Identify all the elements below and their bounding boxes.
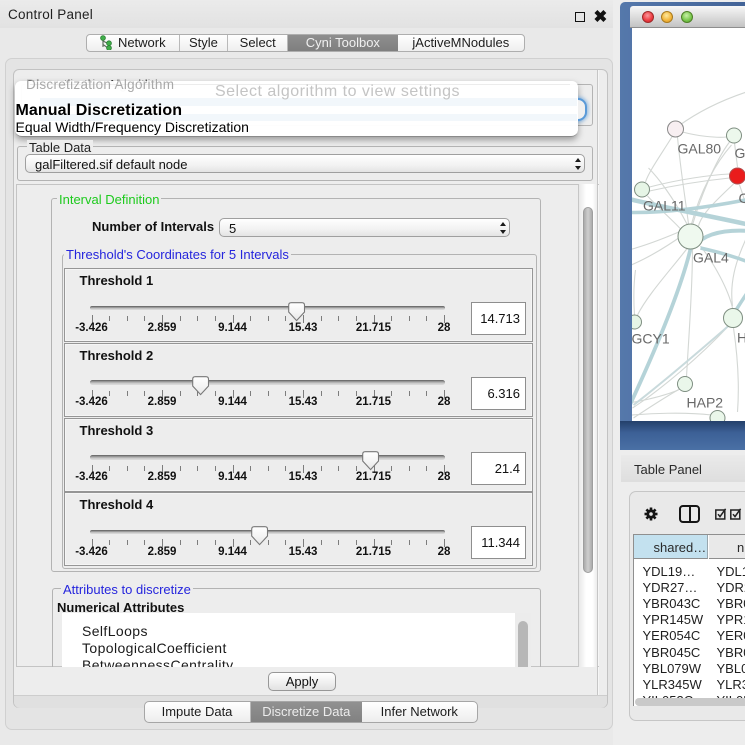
svg-text:GAL11: GAL11 bbox=[643, 198, 686, 214]
svg-text:G.: G. bbox=[734, 145, 745, 161]
svg-text:GAL80: GAL80 bbox=[677, 141, 721, 157]
svg-text:C: C bbox=[738, 190, 745, 206]
svg-text:GCY1: GCY1 bbox=[632, 331, 670, 347]
svg-text:GAL4: GAL4 bbox=[693, 250, 729, 266]
svg-text:HAP2: HAP2 bbox=[686, 395, 723, 411]
svg-text:H: H bbox=[737, 330, 745, 346]
